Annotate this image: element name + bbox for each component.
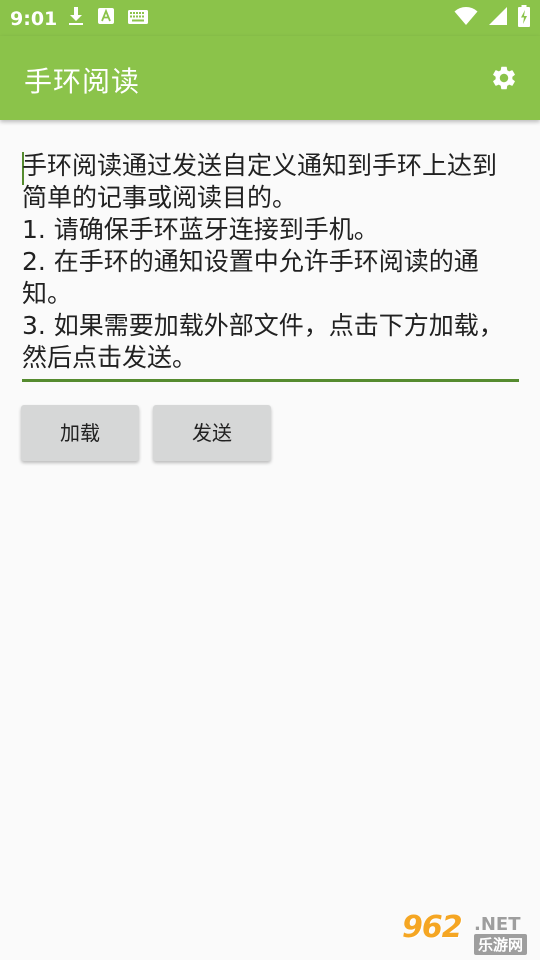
settings-button[interactable] xyxy=(490,64,518,92)
reading-text-input[interactable]: 手环阅读通过发送自定义通知到手环上达到简单的记事或阅读目的。 1. 请确保手环蓝… xyxy=(22,150,519,382)
send-button[interactable]: 发送 xyxy=(153,405,271,461)
app-title: 手环阅读 xyxy=(24,65,141,98)
app-bar: 手环阅读 xyxy=(0,36,540,120)
watermark-net: .NET xyxy=(474,914,521,935)
status-icons-right xyxy=(454,5,530,31)
watermark-main: 962 xyxy=(402,910,463,945)
signal-icon xyxy=(488,6,508,30)
status-time: 9:01 xyxy=(10,8,58,30)
watermark-sub: 乐游网 xyxy=(474,934,528,955)
wifi-icon xyxy=(454,6,478,30)
download-icon xyxy=(68,6,84,30)
status-icons-left xyxy=(68,6,148,30)
editor-text: 手环阅读通过发送自定义通知到手环上达到简单的记事或阅读目的。 1. 请确保手环蓝… xyxy=(22,151,504,372)
load-button[interactable]: 加载 xyxy=(21,405,139,461)
gear-icon xyxy=(490,66,518,96)
battery-charging-icon xyxy=(518,5,530,31)
status-bar: 9:01 xyxy=(0,0,540,36)
text-a-icon xyxy=(98,8,114,28)
watermark-logo: 962 .NET 乐游网 xyxy=(402,910,534,956)
keyboard-icon xyxy=(128,9,148,28)
